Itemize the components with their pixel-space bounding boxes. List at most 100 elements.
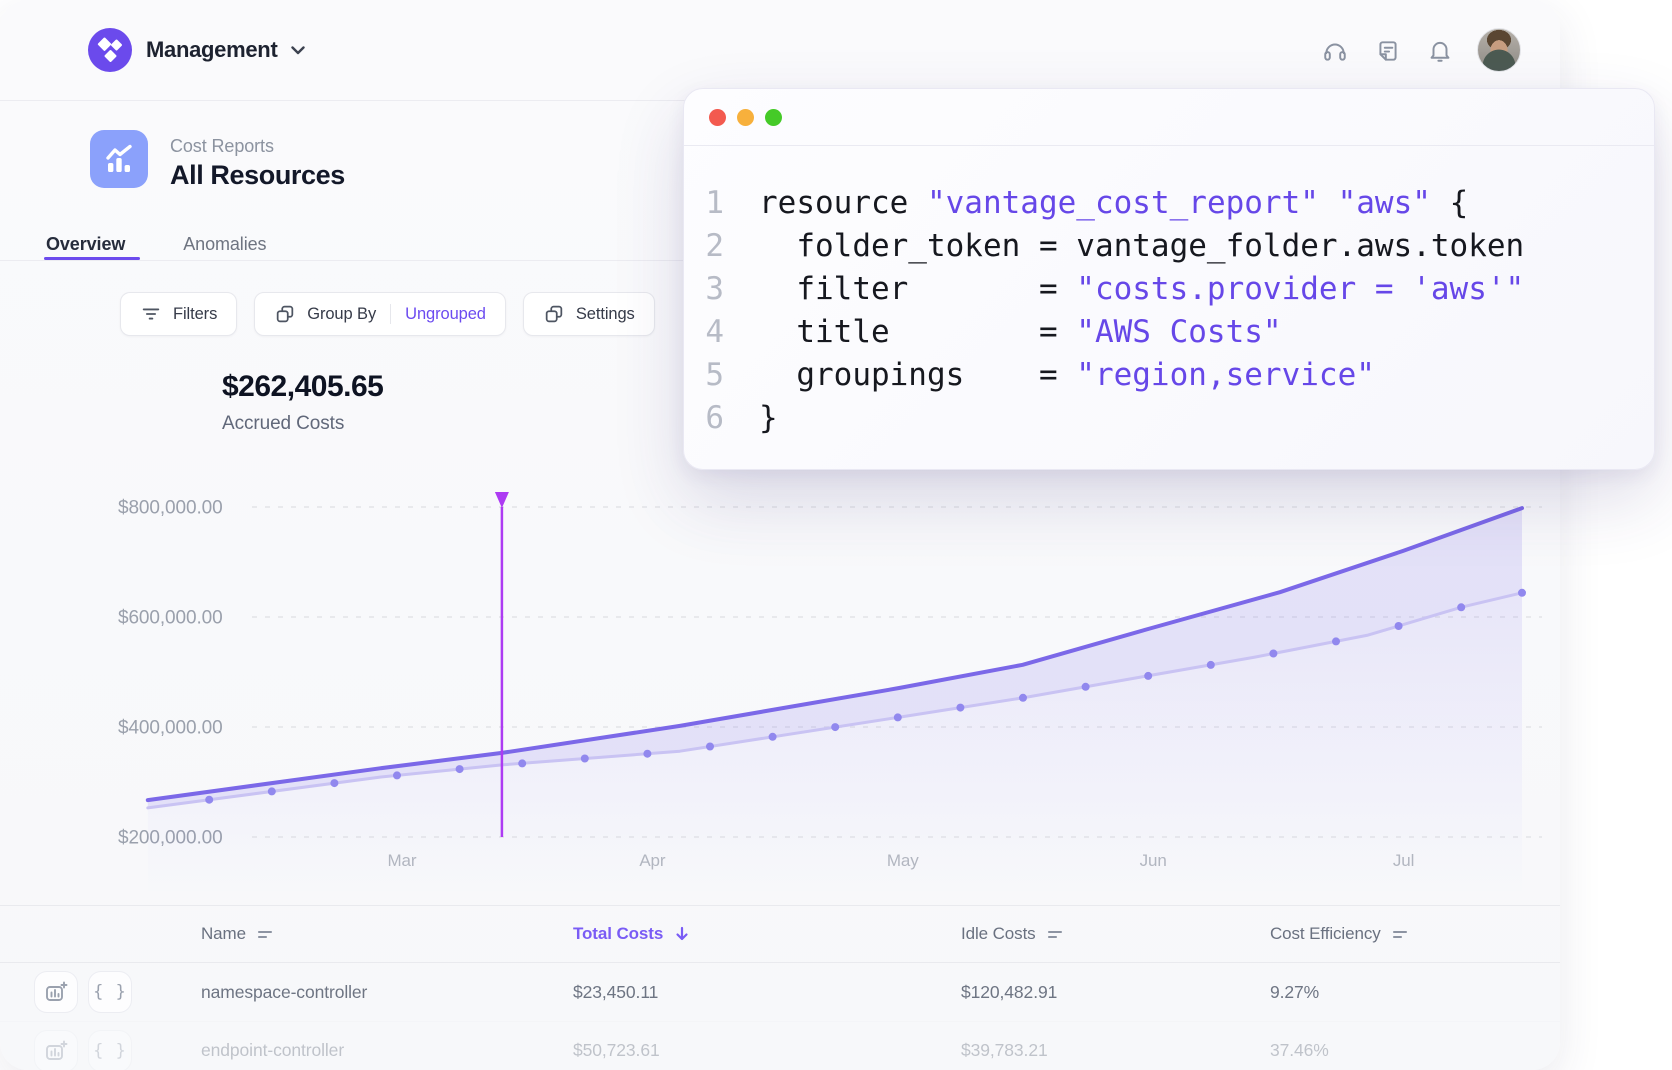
x-axis-tick-label: May (887, 851, 919, 870)
code-editor: 1 resource "vantage_cost_report" "aws" {2… (684, 146, 1654, 470)
table-header-row: Name Total CostsIdle Costs Cost Efficiency (0, 906, 1560, 963)
sort-icon (255, 924, 275, 944)
column-header-cost-efficiency[interactable]: Cost Efficiency (1270, 924, 1560, 944)
cell-name: endpoint-controller (201, 1040, 573, 1061)
sort-icon (1045, 924, 1065, 944)
add-to-chart-icon (43, 979, 69, 1005)
view-code-button[interactable]: { } (88, 971, 132, 1013)
workspace-switcher[interactable]: Management (146, 0, 305, 100)
data-point-dot (706, 743, 714, 751)
settings-label: Settings (576, 305, 635, 324)
tab-anomalies[interactable]: Anomalies (183, 234, 266, 255)
y-axis-tick-label: $600,000.00 (118, 608, 223, 629)
cell-cost-efficiency: 37.46% (1270, 1040, 1560, 1061)
chart-glyph-icon (101, 141, 137, 177)
column-label: Name (201, 924, 246, 944)
row-actions: { } (0, 1030, 201, 1070)
data-point-dot (393, 771, 401, 779)
x-axis-tick-label: Mar (388, 851, 417, 870)
chart-toolbar: Filters Group By Ungrouped Settings (120, 292, 655, 336)
code-line: 4 title = "AWS Costs" (684, 311, 1654, 354)
docs-icon[interactable] (1375, 38, 1401, 64)
data-point-dot (518, 759, 526, 767)
line-number: 5 (684, 354, 724, 397)
avatar[interactable] (1477, 28, 1521, 72)
group-by-label: Group By (307, 305, 376, 324)
filter-icon (140, 303, 162, 325)
vantage-logo-icon (88, 28, 132, 72)
column-header-idle-costs[interactable]: Idle Costs (961, 924, 1270, 944)
x-axis-tick-label: Jul (1393, 851, 1414, 870)
column-label: Idle Costs (961, 924, 1036, 944)
group-by-button[interactable]: Group By Ungrouped (254, 292, 506, 336)
code-window: 1 resource "vantage_cost_report" "aws" {2… (683, 88, 1655, 470)
data-point-dot (268, 787, 276, 795)
settings-stack-icon (543, 303, 565, 325)
data-point-dot (1332, 637, 1340, 645)
page-title: All Resources (170, 160, 345, 191)
data-point-dot (581, 755, 589, 763)
data-point-dot (1457, 603, 1465, 611)
open-chart-button[interactable] (34, 1030, 78, 1070)
line-number: 3 (684, 268, 724, 311)
line-number: 6 (684, 397, 724, 440)
breadcrumb: Cost Reports (170, 136, 274, 157)
zoom-traffic-light[interactable] (765, 109, 782, 126)
filters-label: Filters (173, 305, 217, 324)
data-point-dot (1207, 661, 1215, 669)
resources-table: Name Total CostsIdle Costs Cost Efficiency… (0, 905, 1560, 1070)
bell-icon[interactable] (1427, 38, 1453, 64)
table-row[interactable]: { }namespace-controller$23,450.11$120,48… (0, 963, 1560, 1021)
view-code-button[interactable]: { } (88, 1030, 132, 1070)
cost-trend-chart: $800,000.00$600,000.00$400,000.00$200,00… (0, 440, 1560, 910)
code-text: title = "AWS Costs" (759, 311, 1282, 354)
table-row[interactable]: { }endpoint-controller$50,723.61$39,783.… (0, 1021, 1560, 1070)
data-point-dot (769, 733, 777, 741)
x-axis-tick-label: Jun (1140, 851, 1167, 870)
support-headphones-icon[interactable] (1322, 38, 1348, 64)
line-number: 1 (684, 182, 724, 225)
close-traffic-light[interactable] (709, 109, 726, 126)
workspace-name: Management (146, 37, 277, 63)
vantage-logo[interactable] (88, 28, 132, 72)
cell-idle-costs: $39,783.21 (961, 1040, 1270, 1061)
row-actions: { } (0, 971, 201, 1013)
data-point-dot (643, 750, 651, 758)
filters-button[interactable]: Filters (120, 292, 237, 336)
braces-icon: { } (93, 982, 127, 1002)
minimize-traffic-light[interactable] (737, 109, 754, 126)
code-line: 2 folder_token = vantage_folder.aws.toke… (684, 225, 1654, 268)
open-chart-button[interactable] (34, 971, 78, 1013)
data-point-dot (831, 723, 839, 731)
group-by-value[interactable]: Ungrouped (405, 305, 486, 324)
data-point-dot (1019, 694, 1027, 702)
code-text: resource "vantage_cost_report" "aws" { (759, 182, 1468, 225)
group-stack-icon (274, 303, 296, 325)
y-axis-tick-label: $800,000.00 (118, 498, 223, 519)
code-text: filter = "costs.provider = 'aws'" (759, 268, 1524, 311)
data-point-dot (956, 704, 964, 712)
cost-report-icon (90, 130, 148, 188)
y-axis-tick-label: $400,000.00 (118, 718, 223, 739)
table-body: { }namespace-controller$23,450.11$120,48… (0, 963, 1560, 1070)
cell-cost-efficiency: 9.27% (1270, 982, 1560, 1003)
braces-icon: { } (93, 1041, 127, 1061)
accrued-costs-stat: $262,405.65 Accrued Costs (222, 370, 383, 435)
data-point-dot (1082, 683, 1090, 691)
column-label: Cost Efficiency (1270, 924, 1381, 944)
code-line: 5 groupings = "region,service" (684, 354, 1654, 397)
code-text: folder_token = vantage_folder.aws.token (759, 225, 1524, 268)
tab-overview[interactable]: Overview (46, 234, 125, 255)
column-header-name[interactable]: Name (201, 924, 573, 944)
chevron-down-icon (291, 46, 305, 55)
cell-total-costs: $23,450.11 (573, 982, 961, 1003)
x-axis-tick-label: Apr (639, 851, 666, 870)
column-header-total-costs[interactable]: Total Costs (573, 924, 961, 944)
scrubber-marker-handle[interactable] (495, 492, 509, 508)
data-point-dot (1395, 622, 1403, 630)
button-divider (390, 304, 391, 324)
data-point-dot (456, 765, 464, 773)
settings-button[interactable]: Settings (523, 292, 655, 336)
cell-idle-costs: $120,482.91 (961, 982, 1270, 1003)
stat-value: $262,405.65 (222, 370, 383, 404)
